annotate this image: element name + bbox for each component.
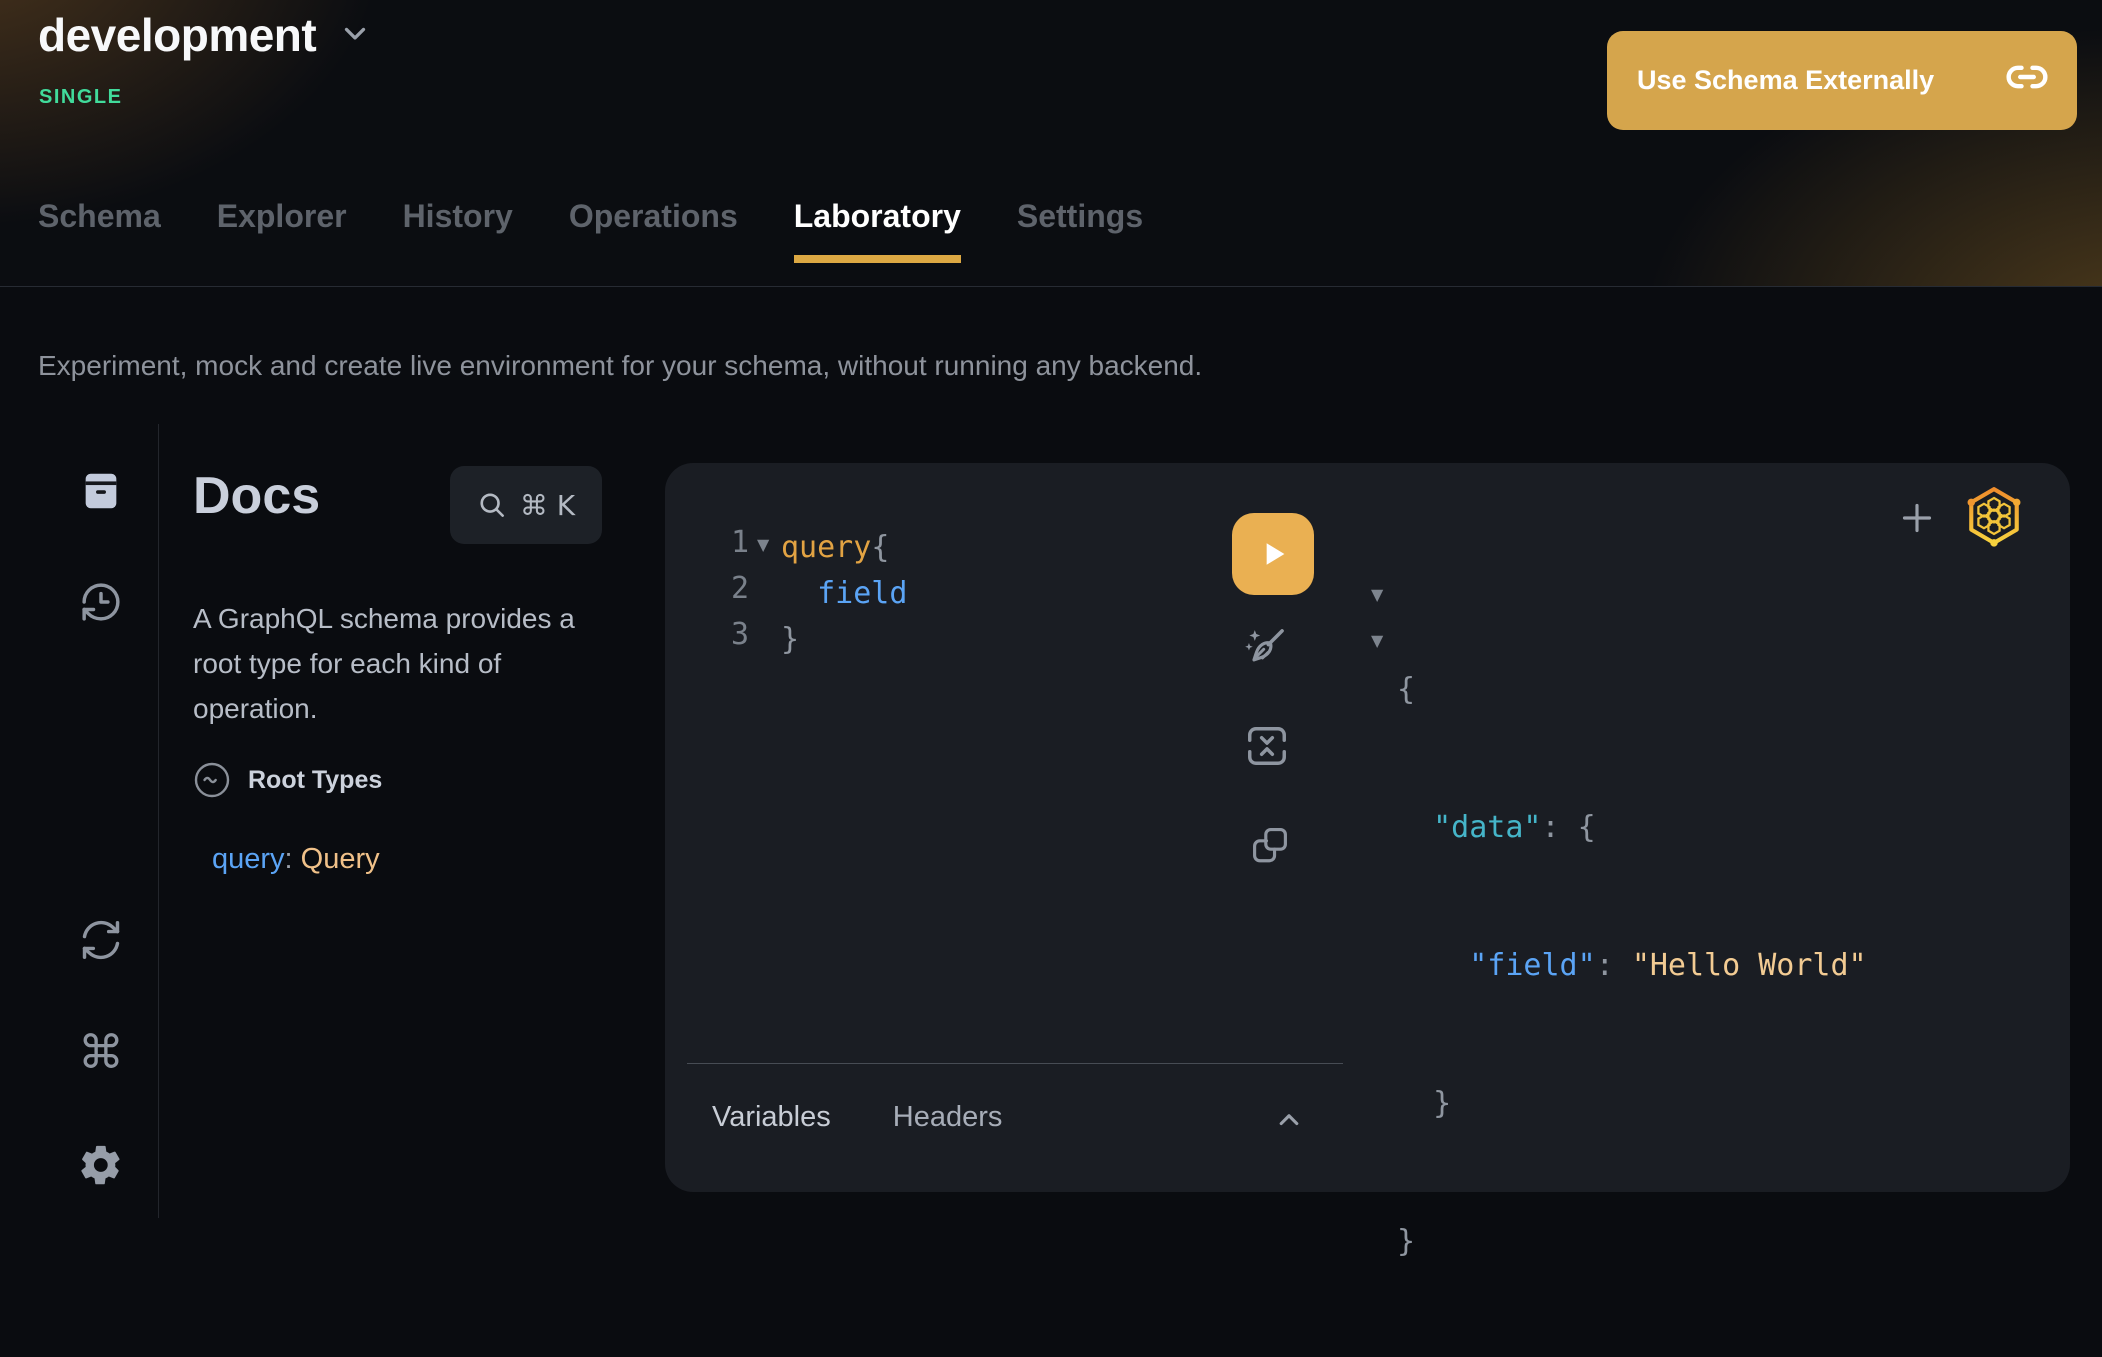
tab-variables[interactable]: Variables: [712, 1101, 831, 1134]
docs-description: A GraphQL schema provides a root type fo…: [193, 596, 601, 731]
play-icon: [1254, 535, 1292, 573]
tab-explorer[interactable]: Explorer: [217, 198, 347, 263]
sidebar-history-button[interactable]: [73, 574, 129, 630]
response-json: { "data": { "field": "Hello World" } }: [1397, 575, 1867, 1357]
collapse-editor-tools-button[interactable]: [1268, 1099, 1310, 1141]
tab-headers[interactable]: Headers: [893, 1101, 1003, 1134]
copy-icon: [1249, 824, 1291, 866]
laboratory-page: development SINGLE Use Schema Externally…: [0, 0, 2102, 1218]
prettify-button[interactable]: [1239, 622, 1291, 674]
prettify-broom-icon: [1240, 623, 1290, 673]
json-key-data: "data": [1433, 810, 1541, 845]
sidebar-settings-button[interactable]: [73, 1137, 129, 1193]
root-field-name: query: [212, 843, 285, 875]
page-title: development: [38, 8, 316, 62]
root-types-label: Root Types: [248, 766, 382, 795]
tab-bar: Schema Explorer History Operations Labor…: [38, 198, 1143, 263]
query-keyword: query: [781, 530, 871, 565]
copy-query-button[interactable]: [1244, 819, 1296, 871]
sidebar-shortcuts-button[interactable]: ⌘: [73, 1024, 129, 1080]
graphql-hive-logo[interactable]: [1965, 485, 2023, 547]
query-field[interactable]: field: [781, 571, 907, 617]
refresh-schema-icon: [78, 917, 124, 963]
search-shortcut-label: ⌘ K: [520, 489, 575, 522]
docs-search-button[interactable]: ⌘ K: [450, 466, 602, 544]
line-number: 1: [717, 525, 749, 560]
page-subtitle: Experiment, mock and create live environ…: [38, 350, 1202, 382]
environment-type-badge: SINGLE: [39, 86, 122, 109]
sidebar-divider: [158, 424, 159, 1218]
json-key-field: "field": [1469, 948, 1595, 983]
root-separator: :: [285, 843, 301, 875]
settings-gear-icon: [78, 1142, 124, 1188]
docs-panel-title: Docs: [193, 466, 320, 526]
root-type-name[interactable]: Query: [301, 843, 380, 875]
line-number: 2: [717, 571, 749, 606]
plus-icon: [1897, 498, 1937, 538]
docs-icon: [78, 468, 124, 514]
tab-schema[interactable]: Schema: [38, 198, 161, 263]
command-icon: ⌘: [78, 1029, 124, 1075]
tab-laboratory[interactable]: Laboratory: [794, 198, 961, 263]
add-tab-button[interactable]: [1891, 492, 1943, 544]
project-selector[interactable]: development: [38, 8, 372, 62]
history-icon: [78, 579, 124, 625]
open-brace: {: [871, 530, 889, 565]
execute-query-button[interactable]: [1232, 513, 1314, 595]
json-value-hello-world: "Hello World": [1632, 948, 1867, 983]
fold-toggle-icon[interactable]: ▼: [1371, 631, 1383, 650]
tab-settings[interactable]: Settings: [1017, 198, 1143, 263]
search-icon: [477, 490, 507, 520]
root-type-query-link[interactable]: query: Query: [212, 843, 380, 876]
use-schema-button-label: Use Schema Externally: [1637, 65, 1934, 96]
close-brace[interactable]: }: [781, 617, 799, 663]
line-number: 3: [717, 617, 749, 652]
editor-tools-divider: [687, 1063, 1343, 1064]
merge-fragments-button[interactable]: [1241, 720, 1293, 772]
fold-toggle-icon[interactable]: ▼: [1371, 585, 1383, 604]
tab-history[interactable]: History: [403, 198, 513, 263]
tab-operations[interactable]: Operations: [569, 198, 738, 263]
graphiql-panel: 1 ▼ query{ 2 field 3 }: [665, 463, 2070, 1192]
editor-tools-tabs: Variables Headers: [712, 1101, 1002, 1134]
use-schema-externally-button[interactable]: Use Schema Externally: [1607, 31, 2077, 130]
chevron-up-icon: [1272, 1103, 1306, 1137]
merge-icon: [1244, 723, 1290, 769]
header: development SINGLE Use Schema Externally…: [0, 0, 2102, 287]
sidebar-refresh-schema-button[interactable]: [73, 912, 129, 968]
sidebar-docs-button[interactable]: [73, 463, 129, 519]
fold-toggle-icon[interactable]: ▼: [757, 535, 769, 554]
chevron-down-icon: [338, 16, 372, 55]
root-types-section: Root Types: [193, 761, 382, 799]
link-icon: [2005, 55, 2049, 106]
root-types-icon: [193, 761, 231, 799]
